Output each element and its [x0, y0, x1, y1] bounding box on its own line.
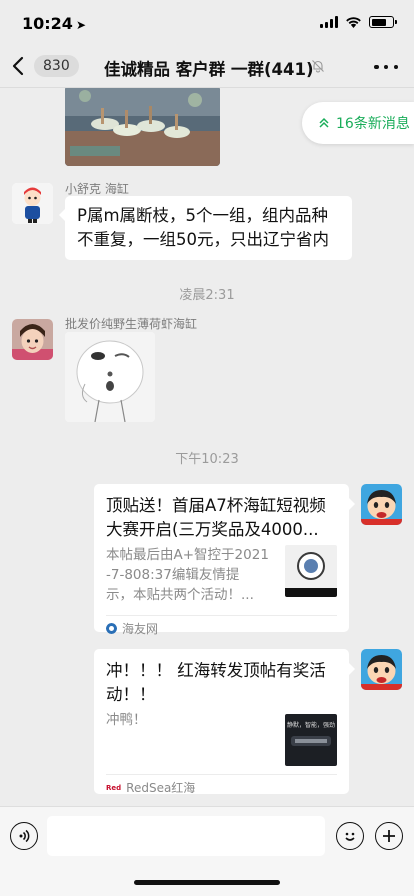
message-input[interactable]	[47, 816, 325, 856]
status-time: 10:24 ➤	[22, 14, 86, 33]
crayon-boy-avatar	[361, 649, 402, 690]
sticker-message[interactable]	[65, 332, 155, 422]
chevron-left-icon	[12, 56, 24, 76]
card-title: 顶贴送！首届A7杯海缸短视频 大赛开启(三万奖品及4000...	[106, 494, 337, 542]
more-functions-button[interactable]	[375, 822, 403, 850]
source-name: 海友网	[122, 622, 159, 636]
back-button[interactable]: 830	[8, 52, 79, 80]
card-source: Red RedSea红海	[106, 774, 337, 800]
emoji-icon	[345, 832, 355, 841]
timestamp: 凌晨2:31	[179, 288, 235, 303]
sender-name: 批发价纯野生薄荷虾海缸	[65, 317, 198, 331]
status-bar: 10:24 ➤	[0, 0, 414, 46]
source-name: RedSea红海	[126, 781, 196, 795]
message-list[interactable]: 16条新消息 小舒克 海缸 P属m属断枝，5个一组，组内品种 不重复，一组50元…	[0, 88, 414, 806]
crayon-boy-avatar	[361, 484, 402, 525]
child-photo-avatar	[12, 319, 53, 360]
card-source: 海友网	[106, 615, 337, 641]
double-chevron-up-icon	[319, 117, 329, 128]
sender-name: 小舒克 海缸	[65, 182, 129, 196]
voice-button[interactable]	[10, 822, 38, 850]
location-icon: ➤	[75, 18, 86, 32]
battery-icon	[369, 16, 397, 28]
thumbnail-caption: 静默，智能，强劲	[287, 721, 335, 729]
card-title-line: 动！！	[106, 685, 156, 704]
own-avatar[interactable]	[361, 484, 402, 525]
meme-sticker-icon	[65, 332, 155, 422]
product-thumbnail-icon: 静默，智能，强劲	[285, 714, 337, 766]
redsea-logo: Red	[106, 783, 122, 792]
clock-text: 10:24	[22, 14, 73, 33]
link-card[interactable]: 顶贴送！首届A7杯海缸短视频 大赛开启(三万奖品及4000... 本帖最后由A+…	[94, 484, 355, 636]
message-text-line: P属m属断枝，5个一组，组内品种	[77, 206, 329, 225]
card-title-line: 大赛开启(三万奖品及4000...	[106, 520, 319, 539]
card-desc-line: 本帖最后由A+智控于2021	[106, 547, 269, 563]
message-bubble[interactable]: P属m属断枝，5个一组，组内品种 不重复，一组50元，只出辽宁省内	[59, 196, 352, 260]
card-title-line: 冲！！！ 红海转发顶帖有奖活	[106, 661, 326, 680]
plus-icon	[383, 830, 395, 842]
chat-title: 佳诚精品 客户群 一群(441)	[104, 60, 314, 79]
card-body: 本帖最后由A+智控于2021 -7-808:37编辑友情提 示，本贴共两个活动！…	[106, 545, 337, 605]
voice-wave-icon	[19, 829, 30, 843]
message-text-line: 不重复，一组50元，只出辽宁省内	[77, 230, 329, 249]
chat-header: 830 佳诚精品 客户群 一群(441)	[0, 46, 414, 88]
aquarium-photo	[65, 88, 220, 166]
card-thumbnail: 静默，智能，强劲	[285, 714, 337, 766]
status-icons	[320, 16, 397, 28]
avatar[interactable]	[12, 319, 53, 360]
card-thumbnail	[285, 545, 337, 597]
card-body: 冲鸭！ 静默，智能，强劲	[106, 710, 337, 766]
unread-count-badge: 830	[34, 55, 79, 77]
own-avatar[interactable]	[361, 649, 402, 690]
product-thumbnail-icon	[285, 545, 337, 597]
avatar[interactable]	[12, 183, 53, 224]
card-description: 冲鸭！	[106, 712, 147, 728]
signal-icon	[320, 16, 338, 28]
card-desc-line: -7-808:37编辑友情提	[106, 567, 240, 583]
card-description: 本帖最后由A+智控于2021 -7-808:37编辑友情提 示，本贴共两个活动！…	[106, 545, 276, 605]
new-messages-label: 16条新消息	[336, 116, 410, 132]
card-title-line: 顶贴送！首届A7杯海缸短视频	[106, 496, 326, 515]
card-title: 冲！！！ 红海转发顶帖有奖活 动！！	[106, 659, 337, 707]
card-desc-line: 示，本贴共两个活动！...	[106, 587, 254, 603]
cartoon-avatar-icon	[12, 183, 53, 224]
timestamp: 下午10:23	[175, 452, 239, 467]
link-card[interactable]: 冲！！！ 红海转发顶帖有奖活 动！！ 冲鸭！ 静默，智能，强劲 Red RedS…	[94, 649, 355, 795]
source-logo-icon	[106, 623, 117, 634]
new-messages-button[interactable]: 16条新消息	[302, 102, 414, 144]
home-indicator[interactable]	[134, 880, 280, 885]
emoji-button[interactable]	[336, 822, 364, 850]
more-options-button[interactable]	[374, 58, 398, 76]
mute-bell-icon	[312, 60, 324, 73]
image-message[interactable]	[65, 88, 220, 166]
wifi-icon	[346, 17, 361, 28]
